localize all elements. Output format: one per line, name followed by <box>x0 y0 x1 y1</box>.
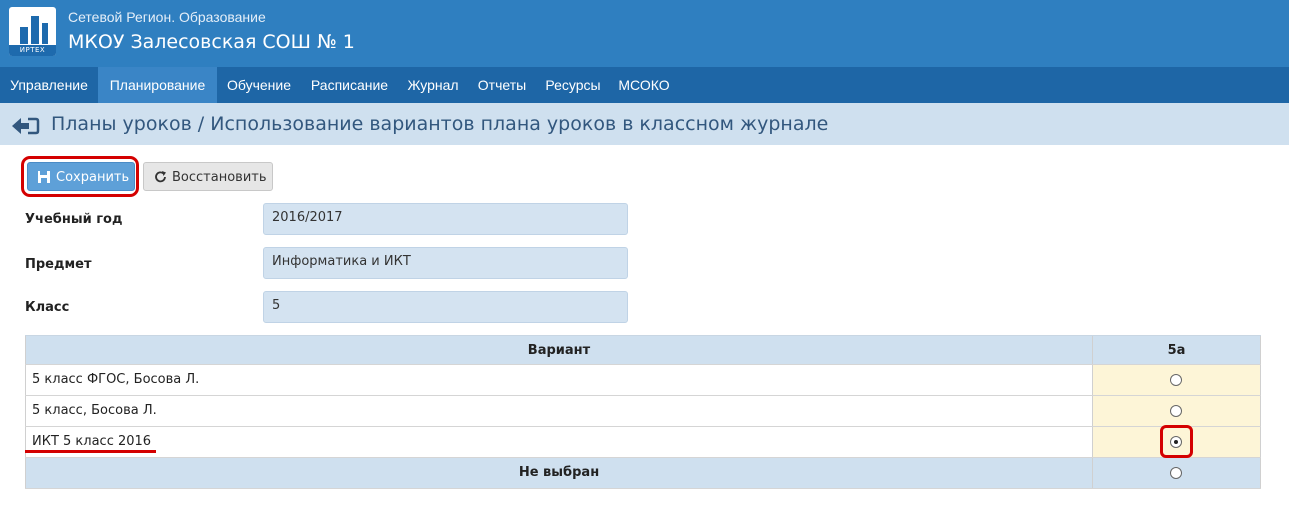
restore-button-label: Восстановить <box>172 170 267 185</box>
main-nav: Управление Планирование Обучение Расписа… <box>0 67 1289 103</box>
variant-select-cell <box>1093 396 1261 426</box>
table-row: 5 класс ФГОС, Босова Л. <box>25 365 1261 396</box>
class-field[interactable]: 5 <box>263 291 628 323</box>
variant-select-cell <box>1093 365 1261 395</box>
save-button[interactable]: Сохранить <box>27 162 135 191</box>
subject-field[interactable]: Информатика и ИКТ <box>263 247 628 279</box>
nav-item-schedule[interactable]: Расписание <box>301 67 398 103</box>
class-label: Класс <box>25 300 70 315</box>
none-radio[interactable] <box>1170 467 1182 479</box>
nav-item-planning[interactable]: Планирование <box>98 67 217 103</box>
table-row-none: Не выбран <box>25 458 1261 489</box>
logo-bar <box>31 16 39 44</box>
underline-annotation <box>25 450 156 453</box>
nav-item-reports[interactable]: Отчеты <box>468 67 536 103</box>
header-variant: Вариант <box>25 336 1093 364</box>
header-class: 5а <box>1093 336 1261 364</box>
variant-label: 5 класс, Босова Л. <box>25 396 1093 426</box>
table-header-row: Вариант 5а <box>25 335 1261 365</box>
variant-radio[interactable] <box>1170 374 1182 386</box>
subject-label: Предмет <box>25 257 92 272</box>
none-label: Не выбран <box>25 458 1093 488</box>
logo-text: ИРТЕХ <box>9 45 56 56</box>
year-label: Учебный год <box>25 212 123 227</box>
none-select-cell <box>1093 458 1261 488</box>
region-name: Сетевой Регион. Образование <box>68 9 266 25</box>
table-row: 5 класс, Босова Л. <box>25 396 1261 427</box>
nav-item-education[interactable]: Обучение <box>217 67 301 103</box>
variant-label: ИКТ 5 класс 2016 <box>25 427 1093 457</box>
app-header: ИРТЕХ Сетевой Регион. Образование МКОУ З… <box>0 0 1289 67</box>
refresh-icon <box>155 171 166 183</box>
arrow-left-icon[interactable] <box>10 115 40 137</box>
variant-radio[interactable] <box>1170 405 1182 417</box>
logo-bar <box>42 23 48 44</box>
logo-bar <box>20 27 28 44</box>
variant-label: 5 класс ФГОС, Босова Л. <box>25 365 1093 395</box>
floppy-disk-icon <box>38 171 50 183</box>
school-name: МКОУ Залесовская СОШ № 1 <box>68 31 355 53</box>
year-field[interactable]: 2016/2017 <box>263 203 628 235</box>
table-row: ИКТ 5 класс 2016 <box>25 427 1261 458</box>
nav-item-resources[interactable]: Ресурсы <box>536 67 610 103</box>
nav-item-msoko[interactable]: МСОКО <box>610 67 678 103</box>
radio-highlight-annotation <box>1160 425 1193 458</box>
save-button-label: Сохранить <box>56 170 130 185</box>
page-title-bar: Планы уроков / Использование вариантов п… <box>0 103 1289 145</box>
nav-item-journal[interactable]: Журнал <box>398 67 468 103</box>
restore-button[interactable]: Восстановить <box>143 162 273 191</box>
page-title: Планы уроков / Использование вариантов п… <box>51 113 829 135</box>
irtech-logo[interactable]: ИРТЕХ <box>9 7 56 56</box>
nav-item-management[interactable]: Управление <box>0 67 98 103</box>
